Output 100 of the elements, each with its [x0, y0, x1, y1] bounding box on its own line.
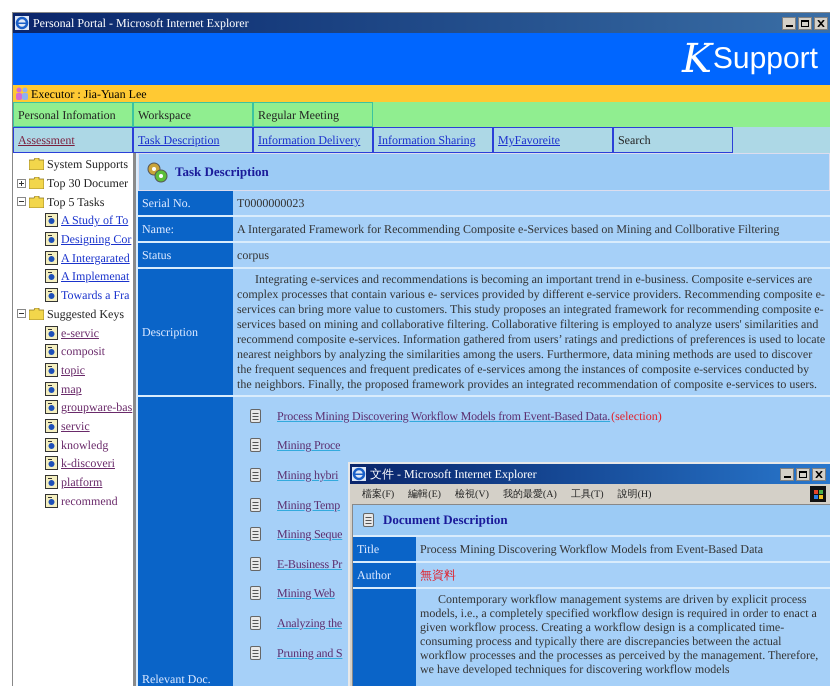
- folder-icon: [29, 158, 44, 170]
- document-link[interactable]: Mining hybri: [277, 466, 338, 484]
- maximize-icon: [801, 20, 809, 26]
- popup-heading: Document Description: [383, 511, 508, 530]
- tree-link[interactable]: A Implemenat: [61, 267, 130, 286]
- gears-icon: [145, 160, 169, 184]
- page-icon: [250, 468, 261, 482]
- folder-icon: [29, 177, 44, 190]
- tree-link[interactable]: map: [61, 380, 82, 398]
- page-icon: [250, 616, 261, 630]
- logo-letter: K: [682, 39, 712, 79]
- top-tab[interactable]: Personal Infomation: [13, 102, 133, 127]
- close-icon: [815, 470, 823, 478]
- document-link[interactable]: Process Mining Discovering Workflow Models from Event-Based Data.: [277, 406, 610, 425]
- tree-folder[interactable]: Top 5 Tasks: [47, 192, 104, 211]
- document-link[interactable]: Pruning and S: [277, 644, 342, 662]
- document-icon: [45, 494, 58, 508]
- document-link[interactable]: Mining Temp: [277, 496, 340, 514]
- tree-link[interactable]: Designing Cor: [61, 230, 132, 248]
- nav-link[interactable]: Information Delivery: [253, 127, 373, 153]
- popup-title: 文件 - Microsoft Internet Explorer: [370, 466, 538, 483]
- document-icon: [45, 288, 58, 302]
- menu-item[interactable]: 檔案(F): [362, 486, 394, 502]
- window-title: Personal Portal - Microsoft Internet Explorer: [33, 15, 250, 32]
- menu-item[interactable]: 檢視(V): [455, 486, 489, 502]
- menu-item[interactable]: 我的最愛(A): [502, 486, 557, 502]
- field-label-cell: Description: [138, 269, 233, 395]
- close-icon: [817, 20, 825, 26]
- document-icon: [45, 344, 58, 358]
- minimize-button[interactable]: [780, 468, 794, 480]
- description-text: Contemporary workflow management systems are driven by explicit process models, i.e., a completely specified workflow design is required in order to enact a given workflow process. Creating a workflow design is a complicated time-consuming process and typically there are discrepancies between the actual workflow processes and the processes as perceived by the management. Therefore, we have developed techniques for discovering workflow models: [416, 589, 830, 686]
- page-icon: [250, 646, 261, 660]
- tree-link[interactable]: e-servic: [61, 324, 99, 342]
- menu-item[interactable]: 編輯(E): [408, 486, 442, 502]
- document-link[interactable]: Mining Seque: [277, 525, 342, 544]
- page-icon: [250, 408, 261, 423]
- tree-folder[interactable]: Top 30 Documer: [47, 174, 128, 192]
- tree-folder[interactable]: System Supports: [47, 155, 128, 174]
- page-icon: [250, 527, 261, 542]
- logo-text: Support: [712, 44, 818, 74]
- expand-icon[interactable]: [17, 178, 26, 188]
- document-icon: [45, 232, 58, 246]
- field-value-cell: Process Mining Discovering Workflow Models from Event-Based Data: [416, 537, 830, 561]
- browser-icon: [15, 16, 29, 30]
- section-title: Task Description: [175, 163, 269, 182]
- collapse-icon[interactable]: [17, 309, 26, 318]
- tree-link[interactable]: A Study of To: [61, 211, 128, 230]
- field-value-cell: Integrating e-services and recommendations is becoming an important trend in e-business. Composite e-services are complex processes that contain various e- services provided by different e-service providers. Recommending composite e- services can bring more value to customers. This study proposes an integrated framework for recommending composite e-services based on mining and collaborative filtering. Collaborative filtering is employed to analyze users' similarities and recommend composite e-services. Information gathered from users’ ratings and predictions of preferences is used to locate nearest neighbors by analyzing the similarities among the users. Furthermore, data mining methods are used to discover the frequent sequences and frequent predicates of e-services among the instances of composite e-services conducted by the neighbors. Finally, the proposed framework provides an integrated recommendation of composite e-services to users.: [233, 269, 830, 395]
- menu-item[interactable]: 工具(T): [570, 486, 604, 502]
- document-icon: [45, 362, 58, 377]
- people-icon: [15, 87, 29, 100]
- nav-item[interactable]: Search: [613, 127, 733, 153]
- nav-link[interactable]: Information Sharing: [373, 127, 493, 153]
- top-tab[interactable]: Regular Meeting: [253, 102, 373, 127]
- tree-link[interactable]: topic: [61, 360, 85, 379]
- menu-item[interactable]: 說明(H): [618, 486, 652, 502]
- browser-icon: [352, 467, 366, 481]
- field-value-cell: 無資料: [416, 563, 830, 587]
- maximize-button[interactable]: [796, 468, 810, 480]
- tree-link[interactable]: groupware-bas: [61, 398, 132, 416]
- field-label-cell: Author: [353, 563, 416, 587]
- minimize-button[interactable]: [782, 16, 796, 30]
- field-label-cell: Name:: [138, 217, 233, 241]
- field-value-cell: corpus: [233, 243, 830, 267]
- field-value-cell: A Intergarated Framework for Recommending Composite e-Services based on Mining and Collborative Filtering: [233, 217, 830, 241]
- document-link[interactable]: Mining Web: [277, 584, 335, 602]
- nav-link[interactable]: MyFavoreite: [493, 127, 613, 153]
- nav-link[interactable]: Assessment: [13, 127, 133, 153]
- nav-link[interactable]: Task Description: [133, 127, 253, 153]
- document-icon: [45, 382, 58, 396]
- tree-link[interactable]: recommend: [61, 492, 118, 510]
- tree-link[interactable]: platform: [61, 473, 102, 492]
- document-icon: [45, 456, 58, 470]
- document-icon: [45, 250, 58, 265]
- tree-link[interactable]: A Intergarated: [61, 248, 130, 267]
- field-label-cell: Title: [353, 537, 416, 561]
- folder-icon: [29, 308, 44, 320]
- field-label-cell: Status: [138, 243, 233, 267]
- document-link[interactable]: E-Business Pr: [277, 554, 342, 573]
- document-icon: [45, 326, 58, 340]
- minimize-icon: [786, 24, 792, 26]
- close-button[interactable]: [812, 468, 826, 480]
- close-button[interactable]: [814, 16, 828, 30]
- tree-link[interactable]: composit: [61, 342, 105, 360]
- maximize-icon: [799, 470, 807, 478]
- tree-folder[interactable]: Suggested Keys: [47, 304, 124, 323]
- page-icon: [363, 513, 374, 527]
- page-icon: [250, 438, 261, 452]
- page-icon: [250, 498, 261, 512]
- executor-label: Executor : Jia-Yuan Lee: [31, 86, 147, 102]
- tree-link[interactable]: k-discoveri: [61, 454, 115, 472]
- tree-link[interactable]: knowledg: [61, 436, 108, 454]
- document-link[interactable]: Mining Proce: [277, 436, 340, 454]
- tree-link[interactable]: Towards a Fra: [61, 286, 130, 304]
- maximize-button[interactable]: [798, 16, 812, 30]
- page-icon: [250, 586, 261, 600]
- top-tab[interactable]: Workspace: [133, 102, 253, 127]
- document-link[interactable]: Analyzing the: [277, 614, 342, 632]
- collapse-icon[interactable]: [17, 197, 26, 206]
- tree-link[interactable]: servic: [61, 416, 90, 435]
